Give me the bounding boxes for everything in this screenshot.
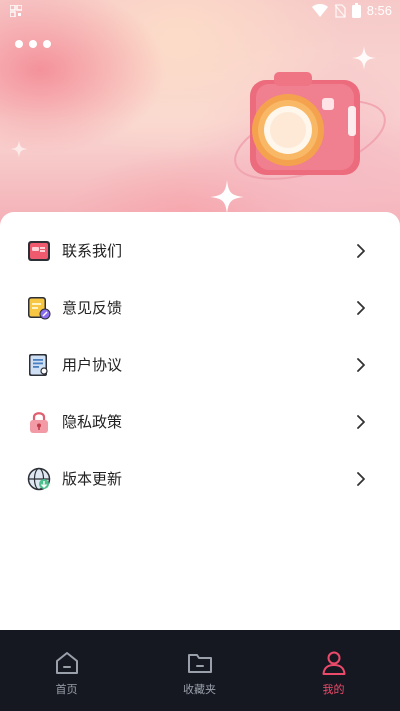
status-time: 8:56 xyxy=(366,3,392,18)
chevron-right-icon xyxy=(357,357,365,372)
qr-icon xyxy=(10,5,22,17)
status-bar: 8:56 xyxy=(0,0,400,24)
header-background xyxy=(0,0,400,240)
menu-item-feedback[interactable]: 意见反馈 xyxy=(0,279,400,336)
tab-label: 我的 xyxy=(322,683,345,696)
wifi-icon xyxy=(311,4,328,17)
camera-illustration xyxy=(234,72,386,180)
privacy-lock-icon xyxy=(30,411,48,433)
menu-item-label: 版本更新 xyxy=(62,470,123,488)
three-dots-icon[interactable] xyxy=(15,40,51,48)
bottom-tab-bar: 首页 收藏夹 我的 xyxy=(0,630,400,711)
chevron-right-icon xyxy=(357,300,365,315)
feedback-note-icon xyxy=(28,296,51,319)
settings-sheet: 联系我们 意见反馈 用户协议 隐私政策 版本更新 xyxy=(0,212,400,632)
menu-item-label: 联系我们 xyxy=(62,242,123,260)
menu-item-label: 用户协议 xyxy=(62,356,123,374)
chevron-right-icon xyxy=(357,471,365,486)
menu-item-version-update[interactable]: 版本更新 xyxy=(0,450,400,507)
menu-item-privacy-policy[interactable]: 隐私政策 xyxy=(0,393,400,450)
tab-label: 收藏夹 xyxy=(183,683,216,696)
menu-item-contact-us[interactable]: 联系我们 xyxy=(0,222,400,279)
tab-home[interactable]: 首页 xyxy=(0,630,133,711)
update-globe-icon xyxy=(27,467,51,490)
sparkle-icon xyxy=(352,46,376,70)
battery-icon xyxy=(351,3,361,18)
sparkle-icon xyxy=(10,140,28,158)
chevron-right-icon xyxy=(357,243,365,258)
tab-label: 首页 xyxy=(55,683,78,696)
chevron-right-icon xyxy=(357,414,365,429)
menu-item-label: 意见反馈 xyxy=(62,299,123,317)
menu-item-label: 隐私政策 xyxy=(62,413,123,431)
user-icon xyxy=(322,651,345,675)
tab-favorites[interactable]: 收藏夹 xyxy=(133,630,266,711)
folder-icon xyxy=(187,654,212,673)
no-sim-icon xyxy=(334,3,346,18)
agreement-document-icon xyxy=(29,353,48,376)
contact-card-icon xyxy=(28,240,50,261)
tab-mine[interactable]: 我的 xyxy=(267,630,400,711)
menu-item-user-agreement[interactable]: 用户协议 xyxy=(0,336,400,393)
home-icon xyxy=(55,652,78,674)
